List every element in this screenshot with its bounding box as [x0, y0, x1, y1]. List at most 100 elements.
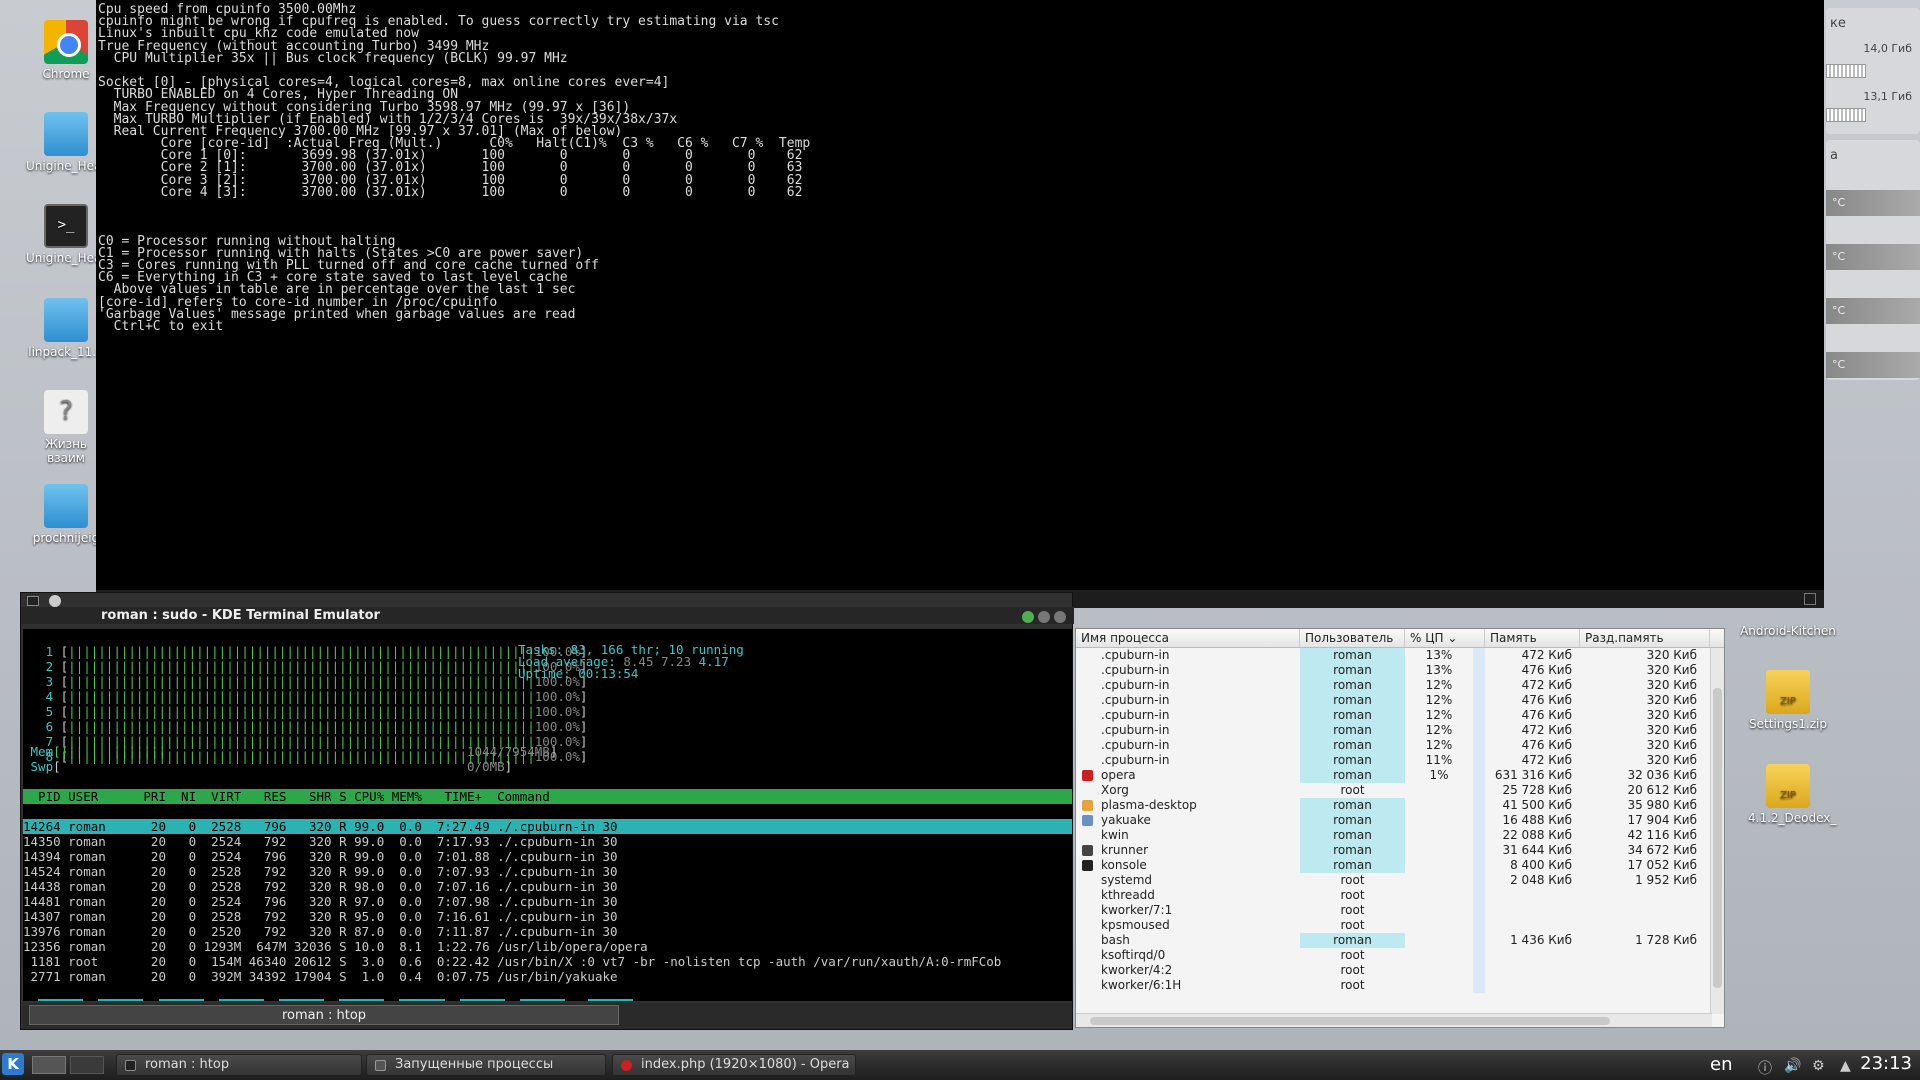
process-user: root [1340, 963, 1365, 977]
function-key-action[interactable]: Search [158, 999, 204, 1001]
minimize-icon[interactable] [1022, 611, 1034, 623]
column-cpu[interactable]: % ЦП ⌄ [1405, 629, 1485, 647]
column-shared-memory[interactable]: Разд.память [1580, 629, 1710, 647]
desktop-icon-chrome[interactable]: Chrome [26, 20, 106, 81]
process-row[interactable]: .cpuburn-in roman 12% 472 Киб 320 Киб [1076, 678, 1724, 693]
yakuake-terminal-output[interactable]: Cpu speed from cpuinfo 3500.00Mhz cpuinfo… [96, 0, 1824, 590]
terminal-icon [125, 1060, 136, 1071]
process-row[interactable]: plasma-desktop roman 41 500 Киб 35 980 Киб [1076, 798, 1724, 813]
process-row[interactable]: krunner roman 31 644 Киб 34 672 Киб [1076, 843, 1724, 858]
horizontal-scrollbar[interactable] [1076, 1013, 1712, 1027]
task-opera[interactable]: index.php (1920×1080) - Opera [612, 1054, 856, 1076]
vertical-scrollbar[interactable] [1710, 648, 1724, 1014]
terminal-line: [core-id] refers to core-id number in /p… [98, 294, 498, 310]
htop-process-row[interactable]: 12356 roman 20 0 1293M 647M 32036 S 10.0… [23, 939, 1072, 954]
desktop-icon-android-kitchen[interactable]: Android-Kitchen [1740, 624, 1836, 638]
htop-process-row[interactable]: 14350 roman 20 0 2524 792 320 R 99.0 0.0… [23, 834, 1072, 849]
process-row[interactable]: bash roman 1 436 Киб 1 728 Киб [1076, 933, 1724, 948]
process-row[interactable]: yakuake roman 16 488 Киб 17 904 Киб [1076, 813, 1724, 828]
mem-usage-bar: [|||||||||||||| [53, 744, 166, 759]
desktop-icon-unigine-1[interactable]: Unigine_Heav [26, 112, 109, 173]
konsole-title-circle[interactable] [49, 595, 61, 607]
process-row[interactable]: .cpuburn-in roman 12% 476 Киб 320 Киб [1076, 693, 1724, 708]
task-htop[interactable]: roman : htop [116, 1054, 362, 1076]
process-row[interactable]: .cpuburn-in roman 13% 476 Киб 320 Киб [1076, 663, 1724, 678]
process-row[interactable]: kworker/7:1 root [1076, 903, 1724, 918]
process-shared-memory: 32 036 Киб [1627, 768, 1697, 782]
function-key-action[interactable]: Nice + [459, 999, 505, 1001]
temp-unit: °C [1832, 196, 1846, 209]
process-name: .cpuburn-in [1101, 738, 1170, 752]
function-key-action[interactable]: Quit [587, 999, 633, 1001]
process-row[interactable]: kthreadd root [1076, 888, 1724, 903]
desktop-icon-prochnije[interactable]: prochnijeig [26, 484, 106, 545]
process-row[interactable]: .cpuburn-in roman 12% 472 Киб 320 Киб [1076, 723, 1724, 738]
htop-process-row[interactable]: 14524 roman 20 0 2528 792 320 R 99.0 0.0… [23, 864, 1072, 879]
task-processes[interactable]: Запущенные процессы [366, 1054, 606, 1076]
process-row[interactable]: kwin roman 22 088 Киб 42 116 Киб [1076, 828, 1724, 843]
network-icon[interactable]: ⚙ [1812, 1058, 1825, 1074]
process-row[interactable]: .cpuburn-in roman 12% 476 Киб 320 Киб [1076, 738, 1724, 753]
process-cpu-bar [1473, 843, 1485, 858]
process-row[interactable]: Xorg root 25 728 Киб 20 612 Киб [1076, 783, 1724, 798]
close-icon[interactable] [1054, 611, 1066, 623]
tray-expand-icon[interactable]: ▲ [1840, 1058, 1851, 1074]
pager-desktop-1[interactable] [32, 1056, 66, 1074]
process-row[interactable]: kworker/4:2 root [1076, 963, 1724, 978]
htop-process-row[interactable]: 14307 roman 20 0 2528 792 320 R 95.0 0.0… [23, 909, 1072, 924]
process-cpu-bar [1473, 918, 1485, 933]
konsole-tab[interactable]: roman : htop [29, 1005, 619, 1025]
process-name: Xorg [1101, 783, 1129, 797]
htop-process-row[interactable]: 13976 roman 20 0 2520 792 320 R 87.0 0.0… [23, 924, 1072, 939]
process-row[interactable]: kworker/6:1H root [1076, 978, 1724, 993]
desktop-icon-linpack[interactable]: linpack_11.0 [26, 298, 106, 359]
function-key-action[interactable]: Nice - [399, 999, 445, 1001]
process-row[interactable]: .cpuburn-in roman 13% 472 Киб 320 Киб [1076, 648, 1724, 663]
function-key-action[interactable]: SortBy [339, 999, 385, 1001]
desktop-icon-settings-zip[interactable]: ZIP Settings1.zip [1748, 670, 1828, 731]
process-cpu-bar [1473, 963, 1485, 978]
terminal-line: Cpu speed from cpuinfo 3500.00Mhz [98, 2, 357, 17]
htop-process-row[interactable]: 14394 roman 20 0 2524 796 320 R 99.0 0.0… [23, 849, 1072, 864]
task-label: index.php (1920×1080) - Opera [641, 1057, 850, 1072]
desktop-icon-label: Settings1.zip [1749, 717, 1827, 731]
volume-icon[interactable]: 🔊 [1784, 1058, 1801, 1074]
process-cpu-bar [1473, 858, 1485, 873]
desktop-icon-unigine-2[interactable]: >_ Unigine_Heav [26, 204, 109, 265]
htop-output[interactable]: 1 [|||||||||||||||||||||||||||||||||||||… [23, 629, 1072, 1001]
process-row[interactable]: systemd root 2 048 Киб 1 952 Киб [1076, 873, 1724, 888]
function-key-action[interactable]: Setup [98, 999, 144, 1001]
htop-table-header[interactable]: PID USER PRI NI VIRT RES SHR S CPU% MEM%… [23, 789, 1072, 804]
maximize-icon[interactable] [1038, 611, 1050, 623]
process-cpu [1405, 858, 1473, 873]
yakuake-close-icon[interactable] [1804, 593, 1816, 605]
desktop-icon-deodex-zip[interactable]: ZIP 4.1.2_Deodex_ [1748, 764, 1836, 825]
htop-process-row[interactable]: 14264 roman 20 0 2528 796 320 R 99.0 0.0… [23, 819, 1072, 834]
function-key-action[interactable]: Help [38, 999, 84, 1001]
htop-process-row[interactable]: 1181 root 20 0 154M 46340 20612 S 3.0 0.… [23, 954, 1072, 969]
keyboard-layout[interactable]: en [1710, 1054, 1732, 1075]
process-row[interactable]: opera roman 1% 631 316 Киб 32 036 Киб [1076, 768, 1724, 783]
function-key-action[interactable]: Kill [519, 999, 565, 1001]
process-name: kpsmoused [1101, 918, 1170, 932]
process-row[interactable]: konsole roman 8 400 Киб 17 052 Киб [1076, 858, 1724, 873]
clock[interactable]: 23:13 [1860, 1053, 1912, 1074]
htop-process-row[interactable]: 2771 roman 20 0 392M 34392 17904 S 1.0 0… [23, 969, 1072, 984]
process-row[interactable]: .cpuburn-in roman 11% 472 Киб 320 Киб [1076, 753, 1724, 768]
function-key-action[interactable]: Filter [218, 999, 264, 1001]
memory-widget: ке 14,0 Гиб 13,1 Гиб [1826, 8, 1920, 134]
column-memory[interactable]: Память [1485, 629, 1580, 647]
kde-menu-icon[interactable]: K [2, 1053, 24, 1075]
htop-process-row[interactable]: 14438 roman 20 0 2528 792 320 R 98.0 0.0… [23, 879, 1072, 894]
info-icon[interactable]: ⓘ [1758, 1058, 1772, 1078]
column-process-name[interactable]: Имя процесса [1076, 629, 1300, 647]
process-cpu-bar [1473, 948, 1485, 963]
process-row[interactable]: kpsmoused root [1076, 918, 1724, 933]
function-key-action[interactable]: Tree [278, 999, 325, 1001]
process-row[interactable]: .cpuburn-in roman 12% 476 Киб 320 Киб [1076, 708, 1724, 723]
pager-desktop-2[interactable] [70, 1056, 104, 1074]
column-user[interactable]: Пользователь [1300, 629, 1405, 647]
process-row[interactable]: ksoftirqd/0 root [1076, 948, 1724, 963]
htop-process-row[interactable]: 14481 roman 20 0 2524 796 320 R 97.0 0.0… [23, 894, 1072, 909]
desktop-icon-zhizn[interactable]: ? Жизнь взаим [26, 390, 106, 465]
